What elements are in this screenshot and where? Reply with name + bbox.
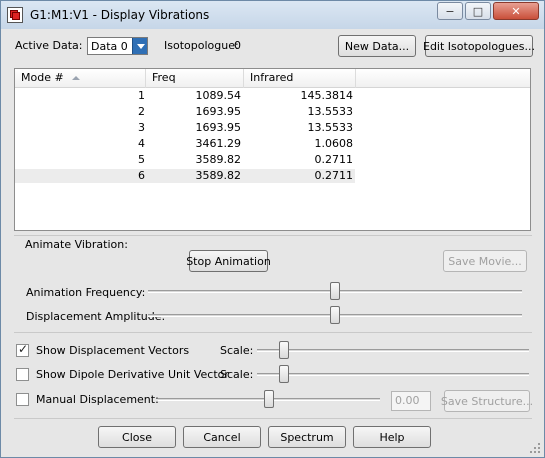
close-button[interactable]: Close [98,426,176,448]
column-header-freq-label: Freq [152,71,176,84]
show-dipole-derivative-label: Show Dipole Derivative Unit Vector [36,368,229,381]
save-structure-button[interactable]: Save Structure... [441,390,533,412]
table-row[interactable]: 5 3589.82 0.2711 [15,153,355,167]
displacement-amplitude-slider-thumb[interactable] [330,306,340,324]
displacement-amplitude-label: Displacement Amplitude: [26,310,166,323]
title-bar[interactable]: G1:M1:V1 - Display Vibrations − □ ✕ [1,1,544,29]
animation-frequency-label: Animation Frequency: [26,286,146,299]
show-displacement-vectors-checkbox[interactable] [16,342,29,357]
table-row[interactable]: 2 1693.95 13.5533 [15,105,355,119]
dipole-scale-slider-thumb[interactable] [279,365,290,383]
show-dipole-derivative-checkbox[interactable] [16,368,29,381]
dipole-scale-label: Scale: [220,368,254,381]
vibration-modes-table[interactable]: Mode # Freq Infrared 1 1089.54 145.3814 … [14,68,531,231]
display-vibrations-window: G1:M1:V1 - Display Vibrations − □ ✕ Acti… [0,0,545,458]
mode-cell: 4 [138,137,145,150]
cancel-button[interactable]: Cancel [183,426,261,448]
manual-displacement-value-field[interactable]: 0.00 [391,391,431,411]
window-title: G1:M1:V1 - Display Vibrations [30,8,210,22]
close-icon: ✕ [511,4,521,18]
isotopologue-value: 0 [234,39,241,52]
resize-grip-icon[interactable] [530,443,540,453]
manual-displacement-checkbox[interactable] [16,393,29,406]
edit-isotopologues-button[interactable]: Edit Isotopologues... [423,35,535,57]
table-header: Mode # Freq Infrared [15,69,530,88]
active-data-label: Active Data: [15,39,83,52]
freq-cell: 3461.29 [195,137,242,150]
column-header-freq[interactable]: Freq [146,69,244,88]
column-header-infrared-label: Infrared [250,71,294,84]
maximize-button[interactable]: □ [465,2,491,20]
freq-cell: 1693.95 [195,121,242,134]
active-data-select[interactable]: Data 0 [87,37,148,55]
isotopologue-label: Isotopologue: [164,39,239,52]
chevron-down-icon[interactable] [132,38,147,54]
spectrum-button[interactable]: Spectrum [268,426,346,448]
mode-cell: 6 [138,169,145,182]
freq-cell: 3589.82 [195,153,242,166]
freq-cell: 1089.54 [195,89,242,102]
maximize-icon: □ [472,4,484,18]
infrared-cell: 13.5533 [307,105,354,118]
section-divider [14,332,532,333]
show-displacement-vectors-label: Show Displacement Vectors [36,344,190,357]
minimize-button[interactable]: − [437,2,463,20]
minimize-icon: − [445,4,455,18]
table-row[interactable]: 3 1693.95 13.5533 [15,121,355,135]
manual-displacement-slider-thumb[interactable] [264,390,274,408]
infrared-cell: 1.0608 [314,137,354,150]
mode-cell: 1 [138,89,145,102]
manual-displacement-label: Manual Displacement: [36,393,159,406]
dipole-scale-slider[interactable] [257,373,529,376]
footer-divider [14,418,532,419]
table-row[interactable]: 1 1089.54 145.3814 [15,89,355,103]
column-header-mode[interactable]: Mode # [15,69,146,88]
vectors-scale-slider-thumb[interactable] [279,341,290,359]
column-header-mode-label: Mode # [21,71,64,84]
stop-animation-button[interactable]: Stop Animation [186,250,271,272]
animate-vibration-label: Animate Vibration: [25,238,128,251]
mode-cell: 2 [138,105,145,118]
table-row-selected[interactable]: 6 3589.82 0.2711 [15,169,355,183]
save-movie-button[interactable]: Save Movie... [443,250,527,272]
freq-cell: 1693.95 [195,105,242,118]
freq-cell: 3589.82 [195,169,242,182]
mode-cell: 5 [138,153,145,166]
mode-cell: 3 [138,121,145,134]
infrared-cell: 13.5533 [307,121,354,134]
animation-frequency-slider-thumb[interactable] [330,282,340,300]
column-header-infrared[interactable]: Infrared [244,69,356,88]
close-window-button[interactable]: ✕ [493,2,539,20]
table-row[interactable]: 4 3461.29 1.0608 [15,137,355,151]
sort-ascending-icon [72,76,80,80]
help-button[interactable]: Help [353,426,431,448]
infrared-cell: 0.2711 [314,169,354,182]
new-data-button[interactable]: New Data... [338,35,416,57]
vectors-scale-slider[interactable] [257,349,529,352]
app-icon [7,7,23,23]
active-data-value: Data 0 [91,40,128,53]
infrared-cell: 145.3814 [300,89,354,102]
vectors-scale-label: Scale: [220,344,254,357]
infrared-cell: 0.2711 [314,153,354,166]
